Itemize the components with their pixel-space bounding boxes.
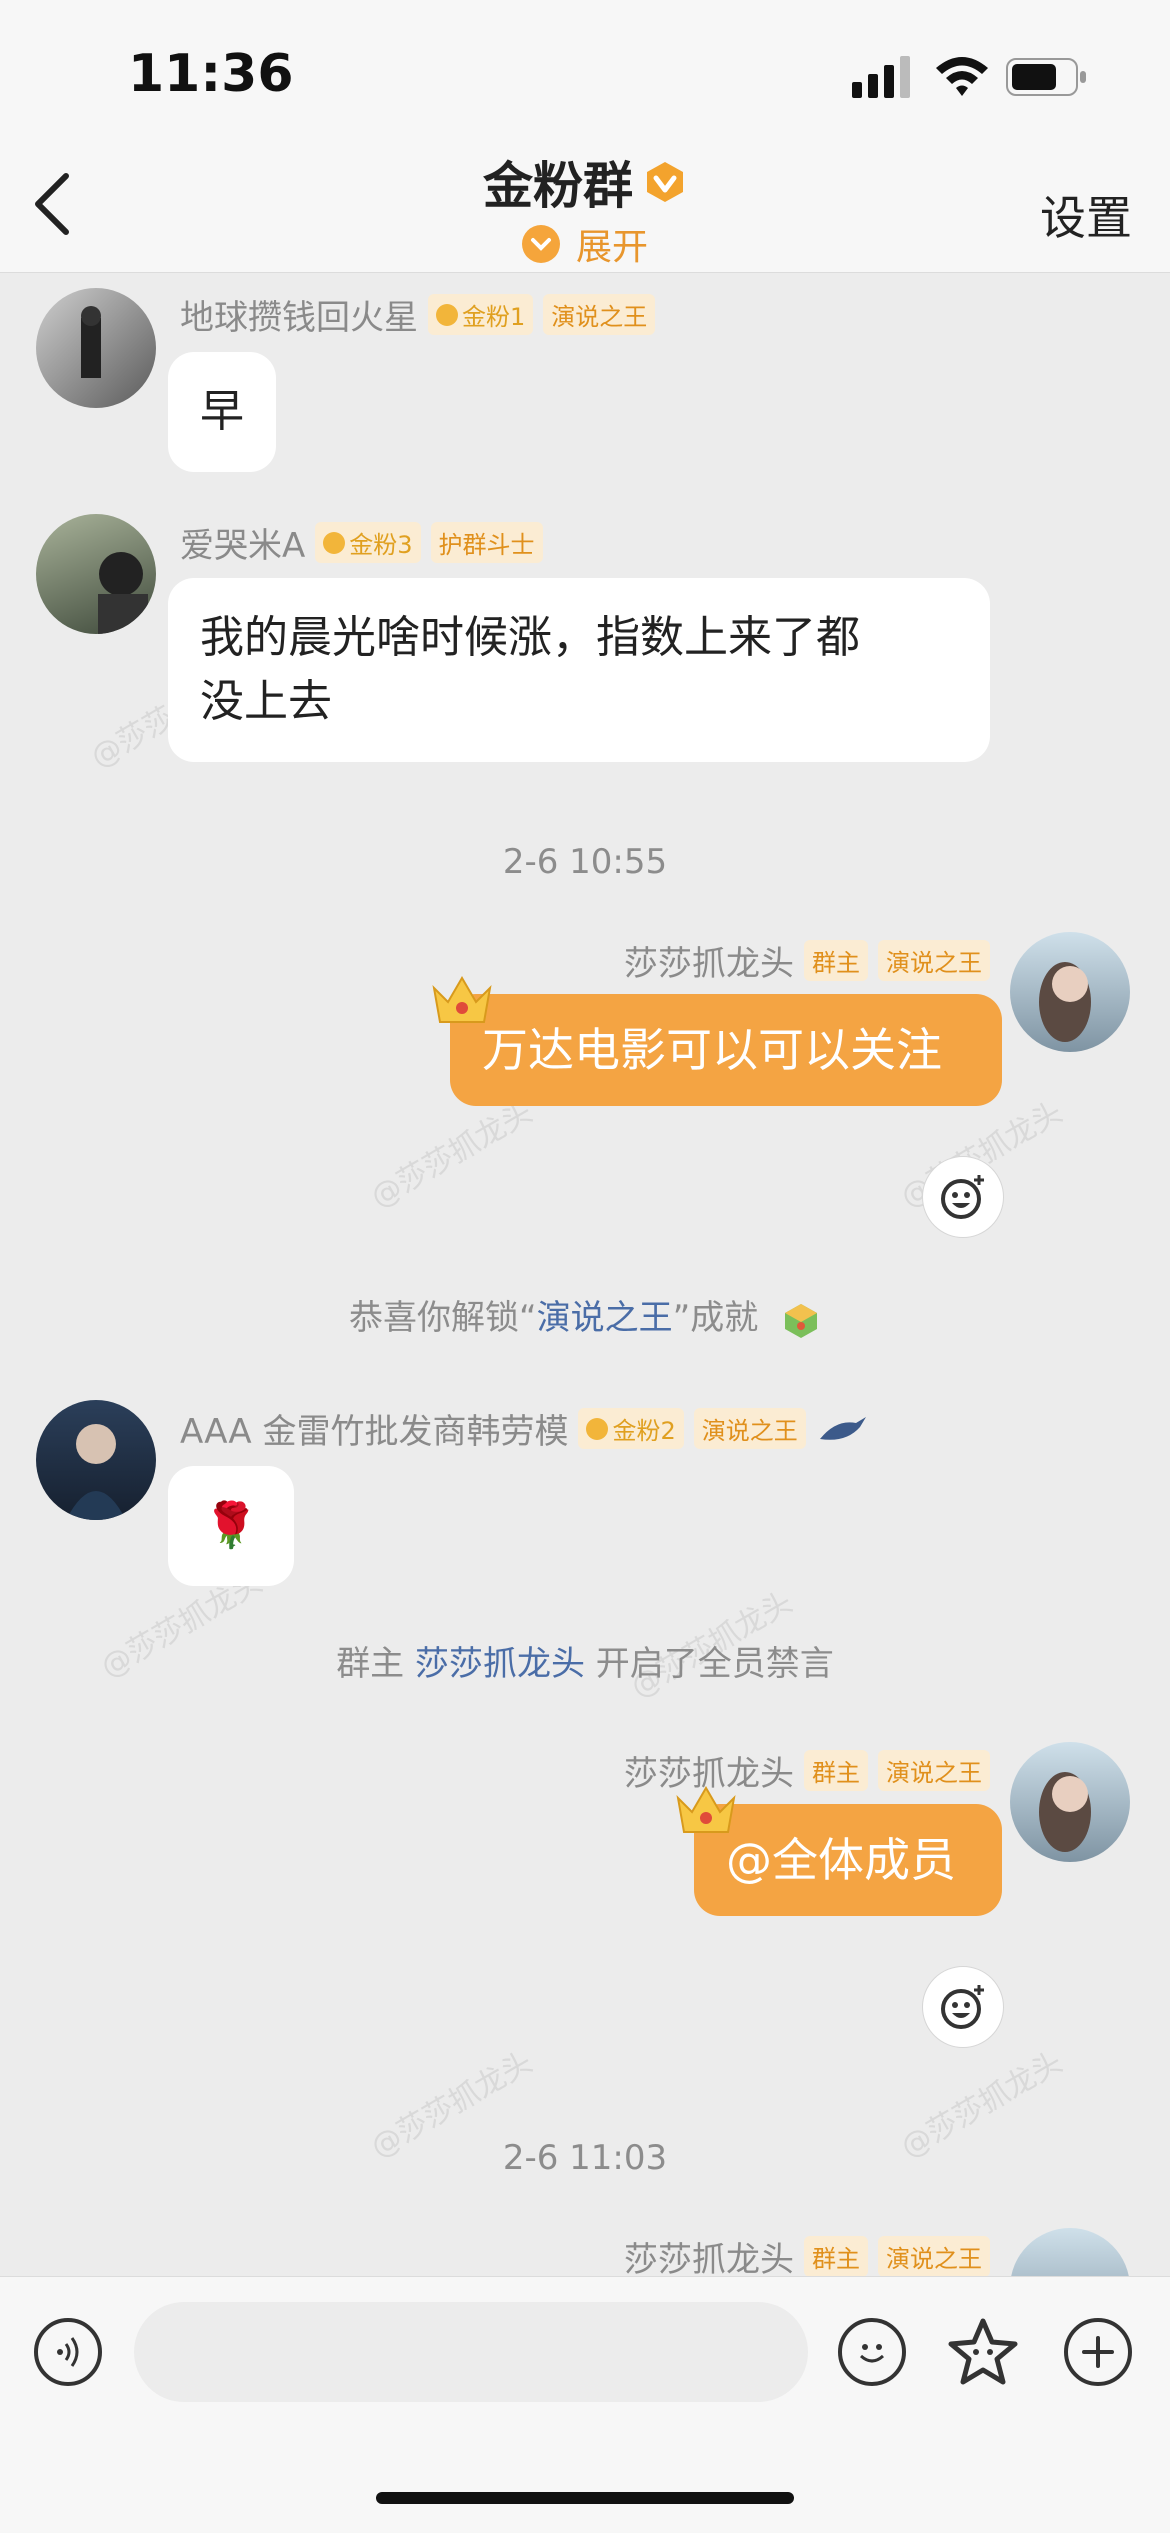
achievement-link[interactable]: 演说之王: [537, 1298, 673, 1338]
message-bubble[interactable]: @全体成员: [694, 1804, 1002, 1916]
sender-row: 莎莎抓龙头 群主 演说之王: [624, 2232, 990, 2281]
owner-badge: 群主: [804, 2236, 868, 2277]
sticker-icon[interactable]: [946, 2316, 1020, 2390]
fan-level-badge: 金粉1: [428, 294, 534, 335]
avatar[interactable]: [1010, 1742, 1130, 1862]
fan-level-badge: 金粉3: [315, 522, 421, 563]
avatar[interactable]: [36, 288, 156, 408]
message-bubble[interactable]: 我的晨光啥时候涨，指数上来了都 没上去: [168, 578, 990, 762]
sender-name[interactable]: 爱哭米A: [180, 518, 305, 567]
title-badge: 演说之王: [878, 2236, 990, 2277]
avatar[interactable]: [36, 514, 156, 634]
home-indicator: [376, 2492, 794, 2504]
crown-icon: [432, 976, 492, 1023]
top-bar: 11:36 金粉群 展开 设置: [0, 0, 1170, 273]
expand-toggle[interactable]: 展开: [0, 218, 1170, 270]
timestamp: 2-6 10:55: [502, 842, 668, 882]
sender-row: 莎莎抓龙头 群主 演说之王: [624, 936, 990, 985]
chat-title-area[interactable]: 金粉群: [0, 146, 1170, 218]
message-bubble[interactable]: 🌹: [168, 1466, 294, 1586]
system-message: 群主 莎莎抓龙头 开启了全员禁言: [336, 1644, 834, 1684]
owner-badge: 群主: [804, 1750, 868, 1791]
expand-label: 展开: [575, 227, 648, 268]
battery-icon: [1006, 58, 1086, 96]
avatar[interactable]: [1010, 932, 1130, 1052]
emoji-icon[interactable]: [838, 2318, 906, 2386]
voice-icon[interactable]: [34, 2318, 102, 2386]
emoji-add-icon: [941, 1985, 984, 2029]
title-badge: 演说之王: [878, 1750, 990, 1791]
sender-name[interactable]: 莎莎抓龙头: [624, 2232, 794, 2281]
message-bubble[interactable]: 早: [168, 352, 276, 472]
message-line: 没上去: [200, 676, 332, 727]
page-title: 金粉群: [483, 157, 633, 215]
avatar[interactable]: [36, 1400, 156, 1520]
emoji-add-icon: [941, 1175, 984, 1219]
timestamp: 2-6 11:03: [502, 2138, 668, 2178]
title-badge: 护群斗士: [430, 522, 543, 563]
sender-row: 爱哭米A 金粉3 护群斗士: [180, 518, 543, 567]
owner-link[interactable]: 莎莎抓龙头: [415, 1644, 585, 1684]
watermark: @莎莎抓龙头: [365, 1094, 539, 1216]
fan-level-badge: 金粉2: [578, 1408, 684, 1449]
crown-icon: [676, 1786, 736, 1833]
bird-icon: [819, 1416, 866, 1440]
verified-badge-icon: [647, 162, 683, 202]
sender-name[interactable]: AAA 金雷竹批发商韩劳模: [180, 1404, 568, 1453]
chevron-down-icon: [521, 225, 560, 263]
owner-badge: 群主: [804, 940, 868, 981]
sender-row: AAA 金雷竹批发商韩劳模 金粉2 演说之王: [180, 1404, 868, 1453]
title-badge: 演说之王: [878, 940, 990, 981]
sender-row: 地球攒钱回火星 金粉1 演说之王: [180, 290, 656, 339]
sender-name[interactable]: 莎莎抓龙头: [624, 936, 794, 985]
title-badge: 演说之王: [693, 1408, 806, 1449]
system-message: 恭喜你解锁“演说之王”成就: [0, 1290, 1170, 1340]
wifi-icon: [936, 57, 988, 96]
plus-icon[interactable]: [1064, 2318, 1132, 2386]
message-line: 我的晨光啥时候涨，指数上来了都: [200, 612, 860, 663]
add-reaction-button[interactable]: [922, 1966, 1004, 2048]
achievement-cube-icon: [785, 1303, 818, 1338]
signal-icon: [852, 56, 910, 98]
sender-name[interactable]: 地球攒钱回火星: [180, 290, 418, 339]
add-reaction-button[interactable]: [922, 1156, 1004, 1238]
status-time: 11:36: [128, 44, 294, 104]
title-badge: 演说之王: [543, 294, 656, 335]
message-input[interactable]: [134, 2302, 808, 2402]
settings-button[interactable]: 设置: [1040, 182, 1132, 248]
message-bubble[interactable]: 万达电影可以可以关注: [450, 994, 1002, 1106]
